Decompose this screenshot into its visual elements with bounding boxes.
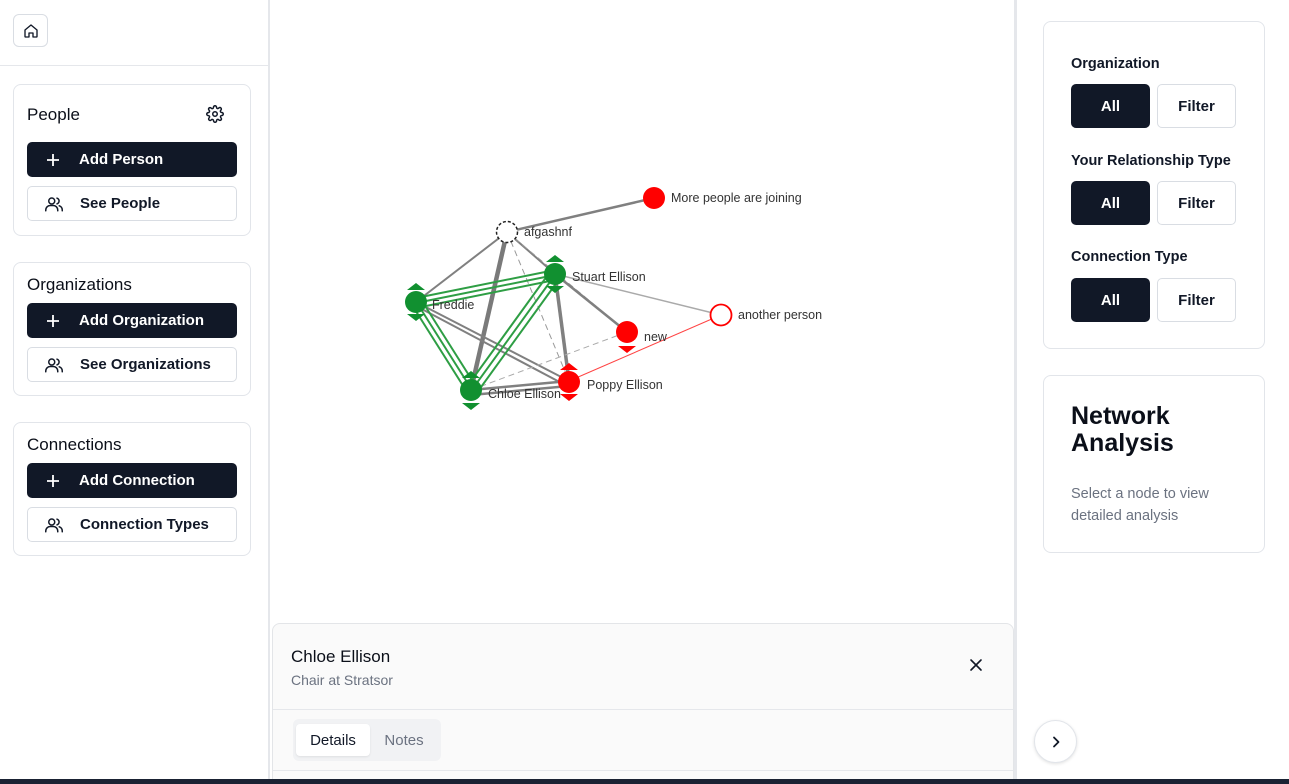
tab-notes[interactable]: Notes <box>371 724 437 756</box>
node-arrow-up <box>546 255 564 262</box>
edge[interactable] <box>568 314 722 382</box>
organization-filter-label: Organization <box>1071 56 1160 72</box>
home-button[interactable] <box>13 14 48 47</box>
node-arrow-down <box>618 346 636 353</box>
node-stuart-ellison[interactable] <box>544 263 566 285</box>
relationship-filter-label: Your Relationship Type <box>1071 153 1231 169</box>
connection-all-button[interactable]: All <box>1071 278 1150 322</box>
plus-icon <box>47 153 59 166</box>
node-chloe-ellison[interactable] <box>460 379 482 401</box>
app-root: People Add Person See People Organizatio… <box>0 0 1289 784</box>
details-tabs: Details Notes <box>293 719 441 761</box>
network-analysis-text: Select a node to view detailed analysis <box>1071 486 1209 524</box>
add-organization-label: Add Organization <box>79 312 204 329</box>
people-title: People <box>27 105 80 124</box>
node-label-afgashnf: afgashnf <box>524 225 572 239</box>
gear-icon[interactable] <box>206 105 224 123</box>
organization-filter-button[interactable]: Filter <box>1157 84 1236 128</box>
add-connection-label: Add Connection <box>79 472 195 489</box>
node-another-person[interactable] <box>709 303 733 327</box>
node-label-freddie: Freddie <box>432 298 474 312</box>
connection-filter-label: Connection Type <box>1071 249 1188 265</box>
tab-details[interactable]: Details <box>296 724 370 756</box>
node-new[interactable] <box>616 321 638 343</box>
canvas-divider <box>1014 0 1017 784</box>
network-graph[interactable]: More people are joining afgashnf Stuart … <box>272 0 1014 620</box>
connection-types-label: Connection Types <box>80 516 209 533</box>
node-more-people[interactable] <box>643 187 665 209</box>
people-card: People Add Person See People <box>13 84 251 236</box>
users-icon <box>45 357 63 372</box>
details-bottom-border <box>273 770 1013 771</box>
bottom-bar <box>0 779 1289 784</box>
connections-card: Connections Add Connection Connection Ty… <box>13 422 251 556</box>
plus-icon <box>47 314 59 327</box>
see-people-button[interactable]: See People <box>27 186 237 221</box>
plus-icon <box>47 474 59 487</box>
node-arrow-down <box>560 394 578 401</box>
connection-filter-button[interactable]: Filter <box>1157 278 1236 322</box>
organization-all-button[interactable]: All <box>1071 84 1150 128</box>
network-analysis-title: Network Analysis <box>1071 402 1174 457</box>
connections-title: Connections <box>27 435 122 454</box>
node-label-chloe-ellison: Chloe Ellison <box>488 387 561 401</box>
see-organizations-label: See Organizations <box>80 356 211 373</box>
node-label-new: new <box>644 330 668 344</box>
add-person-button[interactable]: Add Person <box>27 142 237 177</box>
sidebar-divider <box>0 65 268 66</box>
edge[interactable] <box>415 301 570 382</box>
filters-card: Organization All Filter Your Relationshi… <box>1043 21 1265 349</box>
node-label-another-person: another person <box>738 308 822 322</box>
node-label-more-people: More people are joining <box>671 191 802 205</box>
network-analysis-card: Network Analysis Select a node to view d… <box>1043 375 1265 553</box>
node-label-stuart-ellison: Stuart Ellison <box>572 270 646 284</box>
node-details-panel: Chloe Ellison Chair at Stratsor Details … <box>272 623 1014 784</box>
details-subtitle: Chair at Stratsor <box>291 672 393 688</box>
home-icon <box>23 23 38 38</box>
node-afgashnf[interactable] <box>495 220 519 244</box>
users-icon <box>45 196 63 211</box>
add-organization-button[interactable]: Add Organization <box>27 303 237 338</box>
node-label-poppy-ellison: Poppy Ellison <box>587 378 663 392</box>
connection-types-button[interactable]: Connection Types <box>27 507 237 542</box>
left-sidebar: People Add Person See People Organizatio… <box>0 0 270 784</box>
expand-panel-button[interactable] <box>1034 720 1077 763</box>
chevron-right-icon <box>1052 736 1059 747</box>
node-freddie[interactable] <box>405 291 427 313</box>
add-person-label: Add Person <box>79 151 164 168</box>
organizations-title: Organizations <box>27 275 132 294</box>
users-icon <box>45 517 63 532</box>
details-name: Chloe Ellison <box>291 647 391 666</box>
edge[interactable] <box>417 306 570 388</box>
close-icon[interactable] <box>969 658 983 672</box>
see-people-label: See People <box>80 195 161 212</box>
add-connection-button[interactable]: Add Connection <box>27 463 237 498</box>
organizations-card: Organizations Add Organization See Organ… <box>13 262 251 396</box>
node-arrow-down <box>462 403 480 410</box>
relationship-all-button[interactable]: All <box>1071 181 1150 225</box>
graph-nodes: More people are joining afgashnf Stuart … <box>405 187 822 410</box>
node-arrow-up <box>407 283 425 290</box>
node-poppy-ellison[interactable] <box>558 371 580 393</box>
relationship-filter-button[interactable]: Filter <box>1157 181 1236 225</box>
details-separator <box>273 709 1013 710</box>
see-organizations-button[interactable]: See Organizations <box>27 347 237 382</box>
